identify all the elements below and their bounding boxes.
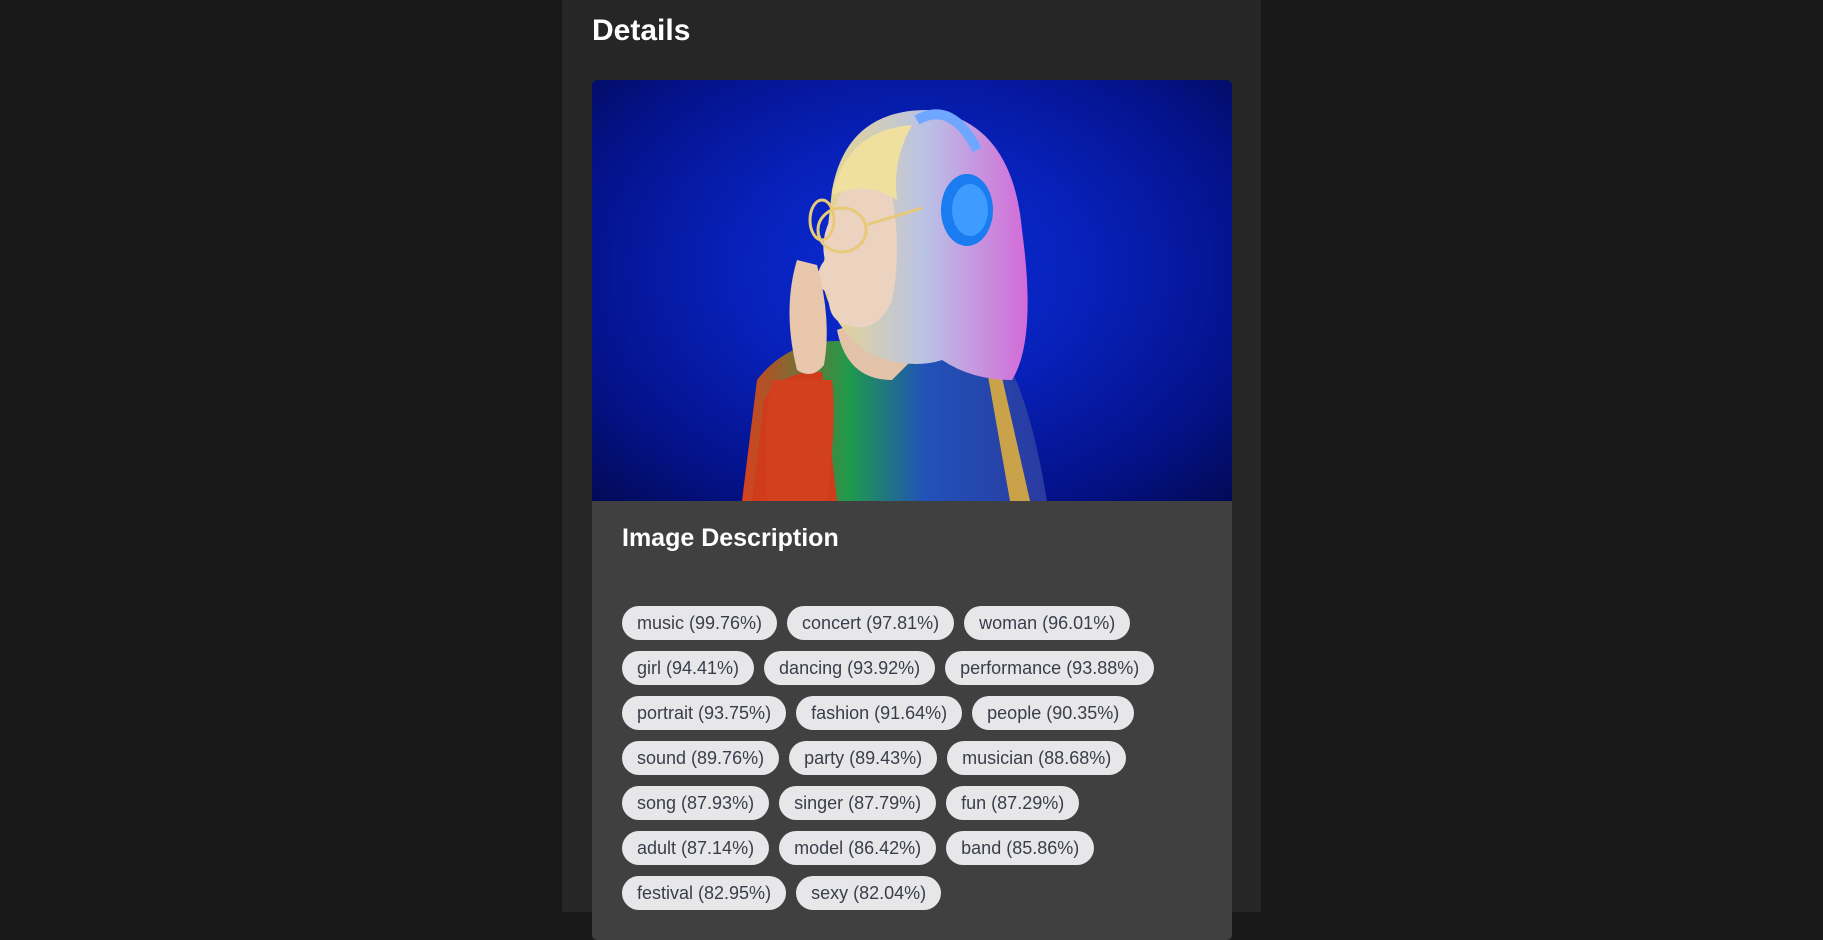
tag-chip[interactable]: girl (94.41%) [622, 651, 755, 685]
tag-chip[interactable]: dancing (93.92%) [764, 651, 936, 685]
tag-chip[interactable]: musician (88.68%) [947, 741, 1127, 775]
woman-with-headphones-illustration [742, 109, 1047, 501]
tag-chip[interactable]: sexy (82.04%) [796, 876, 942, 910]
tag-chip[interactable]: model (86.42%) [779, 831, 937, 865]
tag-chip[interactable]: sound (89.76%) [622, 741, 780, 775]
tag-chip[interactable]: song (87.93%) [622, 786, 770, 820]
tag-chip[interactable]: portrait (93.75%) [622, 696, 787, 730]
tag-chip[interactable]: singer (87.79%) [779, 786, 937, 820]
image-description-heading: Image Description [622, 524, 839, 552]
tag-list: music (99.76%) concert (97.81%) woman (9… [622, 606, 1212, 910]
tag-chip[interactable]: festival (82.95%) [622, 876, 787, 910]
tag-chip[interactable]: performance (93.88%) [945, 651, 1155, 685]
tag-chip[interactable]: concert (97.81%) [787, 606, 955, 640]
tag-chip[interactable]: party (89.43%) [789, 741, 938, 775]
photo [592, 80, 1232, 501]
tag-chip[interactable]: woman (96.01%) [964, 606, 1131, 640]
tag-chip[interactable]: fashion (91.64%) [796, 696, 963, 730]
details-panel: Details Image Description music (99.76%)… [562, 0, 1261, 940]
tag-chip[interactable]: adult (87.14%) [622, 831, 770, 865]
image-card: Image Description music (99.76%) concert… [592, 80, 1232, 940]
page-title: Details [592, 14, 691, 47]
tag-chip[interactable]: people (90.35%) [972, 696, 1135, 730]
tag-chip[interactable]: band (85.86%) [946, 831, 1095, 865]
tag-chip[interactable]: fun (87.29%) [946, 786, 1080, 820]
tag-chip[interactable]: music (99.76%) [622, 606, 778, 640]
